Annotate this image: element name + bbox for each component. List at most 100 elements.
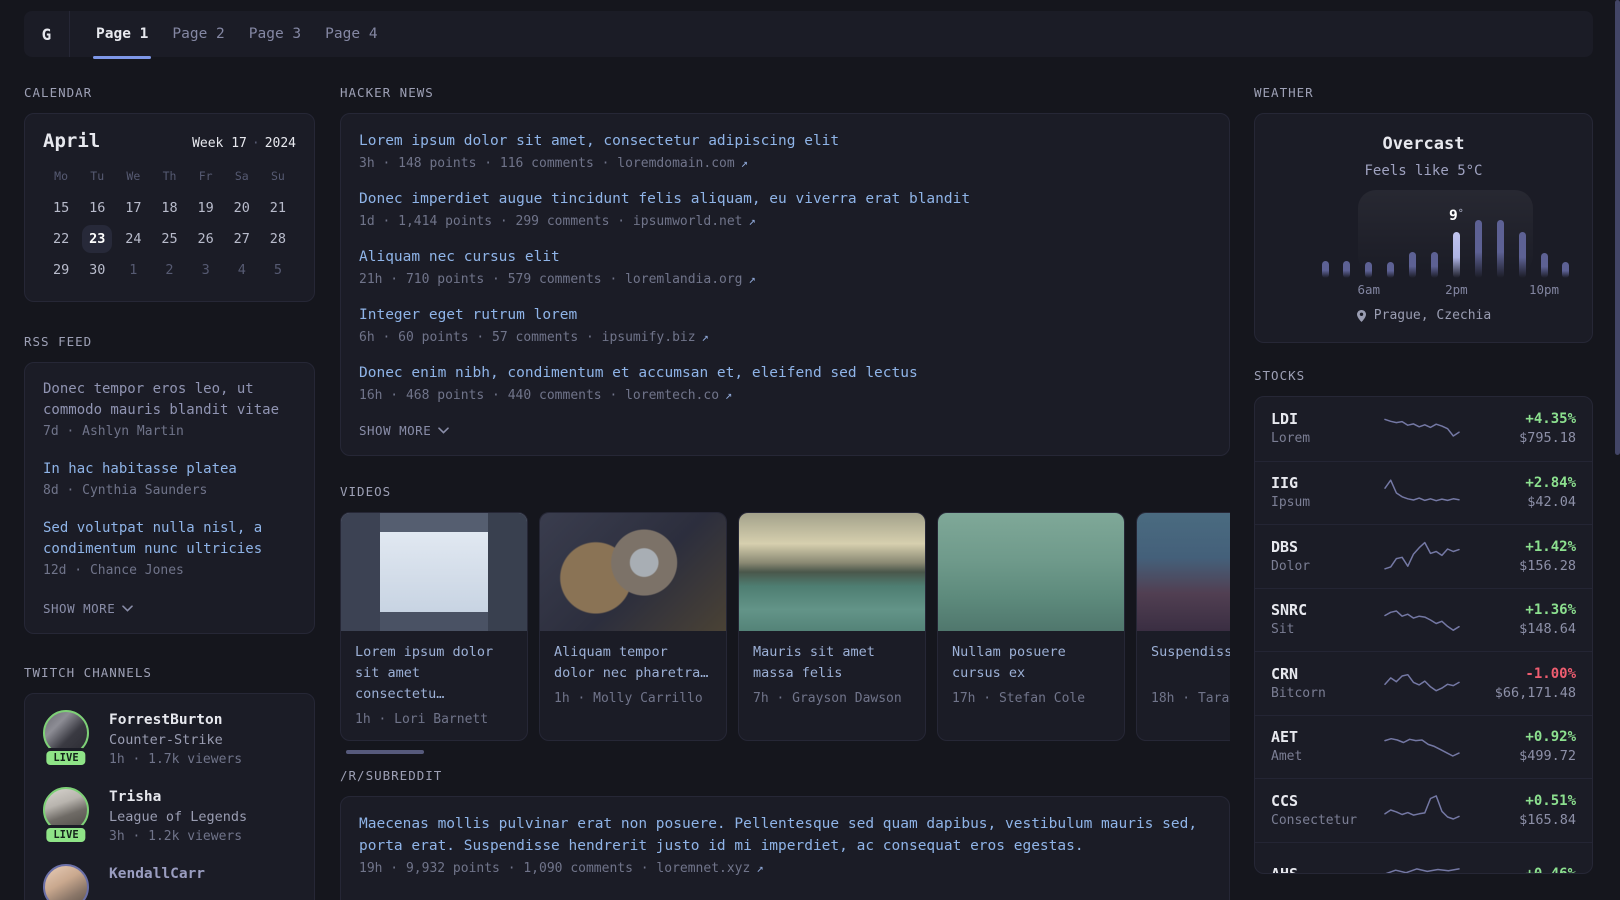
video-meta: 1h · Lori Barnett <box>355 712 489 727</box>
stock-values: +4.35% $795.18 <box>1465 409 1576 448</box>
video-card-body: Nullam posuere cursus ex 17h · Stefan Col… <box>938 631 1124 719</box>
stock-ticker: DBS <box>1271 537 1299 556</box>
stock-ticker: CRN <box>1271 664 1299 683</box>
video-card[interactable]: Nullam posuere cursus ex 17h · Stefan Col… <box>937 512 1125 741</box>
hackernews-item-title[interactable]: Lorem ipsum dolor sit amet, consectetur … <box>359 130 1211 152</box>
video-thumbnail[interactable] <box>341 513 527 631</box>
video-card[interactable]: Aliquam tempor dolor nec pharetra… 1h · M… <box>539 512 727 741</box>
video-thumbnail[interactable] <box>938 513 1124 631</box>
calendar-day: 30 <box>89 261 106 278</box>
hackernews-item-title[interactable]: Donec imperdiet augue tincidunt felis al… <box>359 188 1211 210</box>
rss-item-title[interactable]: In hac habitasse platea <box>43 459 296 480</box>
twitch-channel-row[interactable]: LIVE ForrestBurton Counter-Strike 1h · 1.7k… <box>43 710 296 770</box>
hackernews-item-meta: 16h · 468 points · 440 comments · loremt… <box>359 388 733 403</box>
video-thumbnail[interactable] <box>1137 513 1230 631</box>
stock-sparkline <box>1384 479 1460 502</box>
stock-id: CCS Consectetur <box>1271 791 1379 830</box>
weather-temp-bar <box>1409 252 1417 278</box>
stock-values: +0.46% <box>1465 864 1576 873</box>
stock-ticker: AHS <box>1271 864 1299 874</box>
rss-item-title[interactable]: Donec tempor eros leo, ut commodo mauris… <box>43 379 296 421</box>
external-link-icon: ↗ <box>756 861 764 875</box>
hackernews-item-meta: 3h · 148 points · 116 comments · loremdo… <box>359 156 748 171</box>
stock-sparkline <box>1384 542 1460 570</box>
twitch-avatar-wrap: LIVE <box>43 710 93 770</box>
calendar-day: 1 <box>129 261 138 278</box>
rss-show-more-button[interactable]: SHOW MORE <box>43 601 134 616</box>
top-nav: G Page 1 Page 2 Page 3 Page 4 <box>24 11 1593 59</box>
stock-change: +0.92% <box>1525 729 1576 746</box>
subreddit-widget: Maecenas mollis pulvinar erat non posuer… <box>340 796 1230 900</box>
hackernews-item: Lorem ipsum dolor sit amet, consectetur … <box>359 130 1211 175</box>
stock-ticker: SNRC <box>1271 601 1308 620</box>
video-thumbnail[interactable] <box>540 513 726 631</box>
calendar-day: 17 <box>125 199 142 216</box>
calendar-day-header: Tu <box>90 169 105 183</box>
rss-item-title[interactable]: Sed volutpat nulla nisl, a condimentum n… <box>43 518 296 560</box>
video-card-body: Aliquam tempor dolor nec pharetra… 1h · M… <box>540 631 726 719</box>
video-card[interactable]: Lorem ipsum dolor sit amet consectetu… 1h… <box>340 512 528 741</box>
stock-row: AHS +0.46% <box>1255 841 1592 874</box>
video-card-body: Mauris sit amet massa felis 7h · Grayson … <box>739 631 925 719</box>
subreddit-item-title[interactable]: Maecenas mollis pulvinar erat non posuer… <box>359 813 1211 857</box>
stock-change: +1.36% <box>1525 602 1576 619</box>
stock-id: SNRC Sit <box>1271 600 1379 639</box>
video-meta: 1h · Molly Carrillo <box>554 691 703 706</box>
video-thumbnail[interactable] <box>739 513 925 631</box>
tab-page-1[interactable]: Page 1 <box>92 11 152 59</box>
subreddit-header: /R/SUBREDDIT <box>340 768 443 783</box>
degree-symbol: ° <box>1457 208 1464 219</box>
hackernews-item-title[interactable]: Donec enim nibh, condimentum et accumsan… <box>359 362 1211 384</box>
external-link-icon: ↗ <box>740 156 748 170</box>
tab-page-4[interactable]: Page 4 <box>325 11 377 57</box>
stock-name: Dolor <box>1271 558 1311 574</box>
stock-id: IIG Ipsum <box>1271 473 1379 512</box>
nav-tabs: Page 1 Page 2 Page 3 Page 4 <box>70 11 378 59</box>
app-logo[interactable]: G <box>24 11 70 57</box>
weather-temp-bar <box>1452 232 1460 278</box>
stock-row: IIG Ipsum +2.84% $42.04 <box>1255 460 1592 525</box>
twitch-header: TWITCH CHANNELS <box>24 665 152 680</box>
calendar-selected-day: 23 <box>82 224 113 253</box>
video-card[interactable]: Suspendisse diam 18h · Tara <box>1136 512 1230 741</box>
video-card[interactable]: Mauris sit amet massa felis 7h · Grayson … <box>738 512 926 741</box>
hackernews-item-title[interactable]: Aliquam nec cursus elit <box>359 246 1211 268</box>
stock-row: CCS Consectetur +0.51% $165.84 <box>1255 778 1592 842</box>
stock-row: LDI Lorem +4.35% $795.18 <box>1255 397 1592 461</box>
video-title[interactable]: Nullam posuere cursus ex <box>952 642 1110 684</box>
weather-bar-chart: 9° <box>1255 190 1592 278</box>
stock-values: -1.00% $66,171.48 <box>1465 664 1576 703</box>
hackernews-show-more-button[interactable]: SHOW MORE <box>359 423 450 438</box>
video-title[interactable]: Suspendisse diam <box>1151 642 1230 684</box>
show-more-label: SHOW MORE <box>43 601 116 616</box>
subreddit-item-meta: 19h · 9,932 points · 1,090 comments · lo… <box>359 861 764 876</box>
week-label: Week 17 <box>192 136 247 151</box>
video-title[interactable]: Aliquam tempor dolor nec pharetra… <box>554 642 712 684</box>
tab-page-3[interactable]: Page 3 <box>249 11 301 57</box>
twitch-channel-row[interactable]: KendallCarr <box>43 864 296 900</box>
weather-temp-bar <box>1365 262 1373 278</box>
video-title[interactable]: Mauris sit amet massa felis <box>753 642 911 684</box>
calendar-day: 28 <box>269 230 287 247</box>
weather-temp-bar <box>1431 252 1438 278</box>
calendar-day-header: We <box>126 169 141 183</box>
tab-page-2[interactable]: Page 2 <box>172 11 224 57</box>
page-scrollbar[interactable] <box>1615 0 1620 455</box>
calendar-day-header: Sa <box>234 169 249 183</box>
calendar-day: 24 <box>125 230 142 247</box>
stock-values: +1.36% $148.64 <box>1465 600 1576 639</box>
calendar-month: April <box>43 130 101 152</box>
weather-temp-bar <box>1518 232 1526 278</box>
hackernews-header: HACKER NEWS <box>340 85 434 100</box>
stock-name: Bitcorn <box>1271 685 1326 701</box>
carousel-scrollbar[interactable] <box>346 750 424 754</box>
calendar-day-header: Mo <box>54 169 68 183</box>
stock-change: -1.00% <box>1525 665 1576 682</box>
stocks-header: STOCKS <box>1254 368 1306 383</box>
rss-item-meta: 8d · Cynthia Saunders <box>43 483 208 498</box>
hackernews-item-meta: 1d · 1,414 points · 299 comments · ipsum… <box>359 214 756 229</box>
hackernews-item-title[interactable]: Integer eget rutrum lorem <box>359 304 1211 326</box>
twitch-channel-row[interactable]: LIVE Trisha League of Legends 3h · 1.2k vie… <box>43 787 296 847</box>
video-title[interactable]: Lorem ipsum dolor sit amet consectetu… <box>355 642 513 705</box>
external-link-icon: ↗ <box>725 388 733 402</box>
